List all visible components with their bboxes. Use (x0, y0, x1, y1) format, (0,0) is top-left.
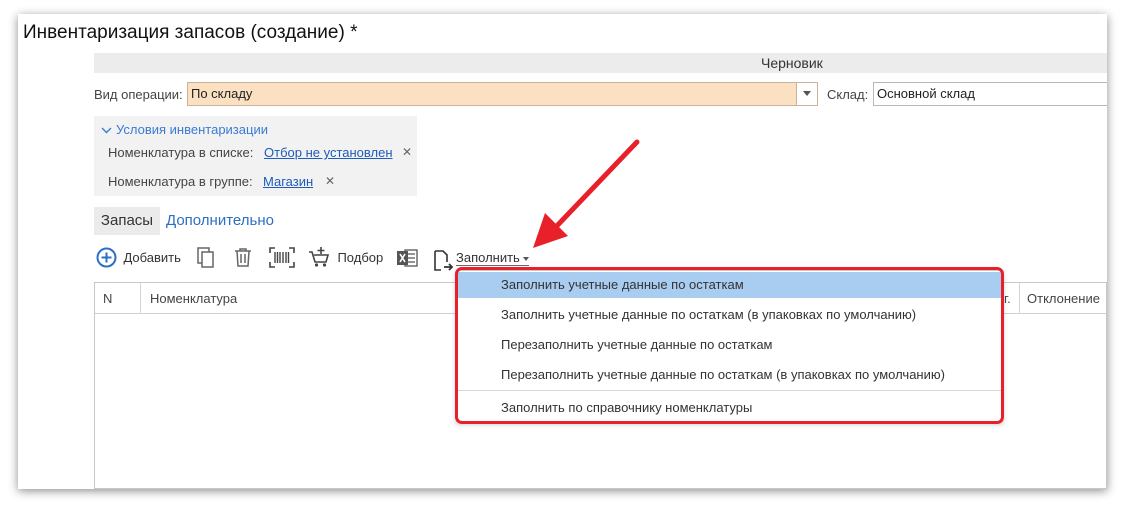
red-arrow-icon (533, 139, 640, 248)
